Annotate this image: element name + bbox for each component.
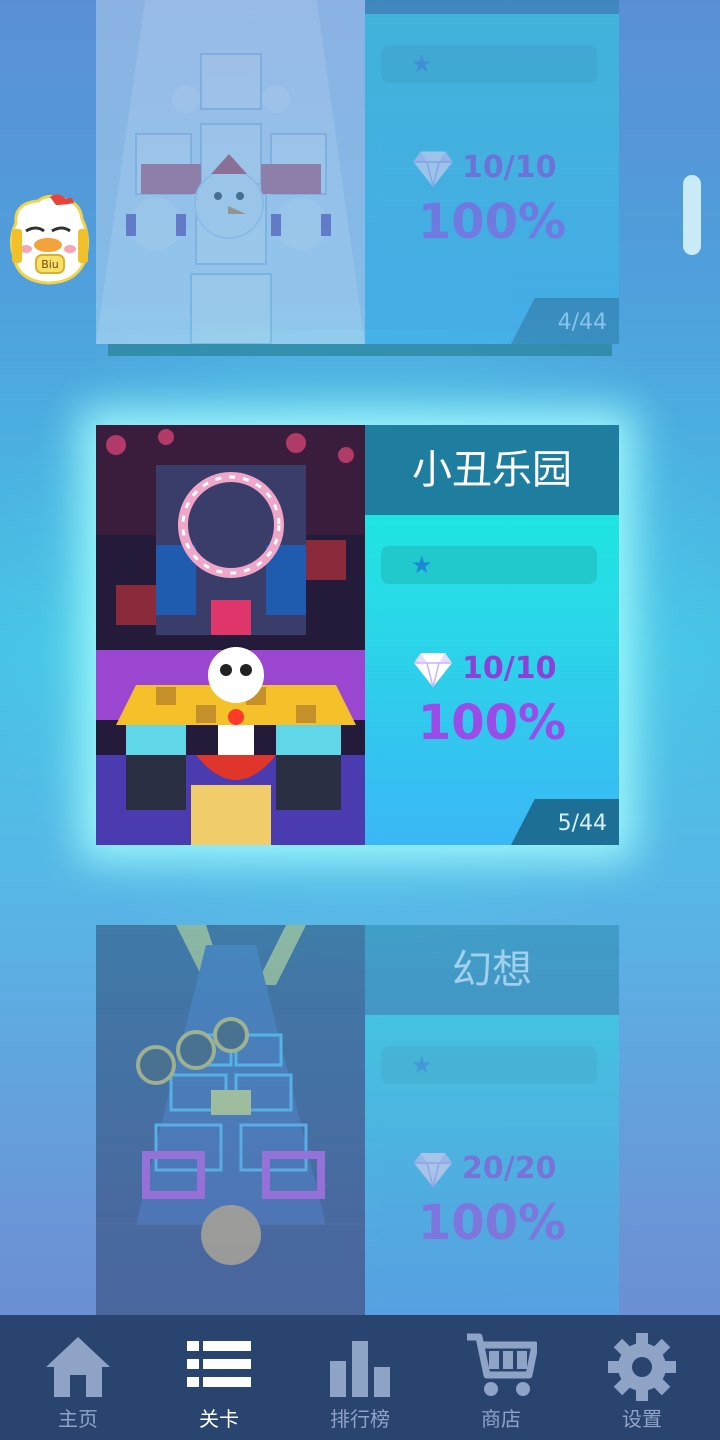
diamond-icon (413, 151, 453, 187)
diamond-icon (414, 1153, 452, 1188)
star-icon: ★ (411, 1051, 433, 1079)
nav-label: 关卡 (199, 1407, 239, 1431)
level-info-panel: 幻想 ★ 20/20 100% (365, 925, 619, 1315)
player-avatar[interactable]: Biu (8, 193, 92, 285)
level-thumbnail-snow (96, 0, 365, 344)
bar-chart-icon (330, 1341, 390, 1397)
bottom-navigation: 主页 关卡 排行榜 商店 设置 (0, 1315, 720, 1440)
avatar-badge: Biu (41, 258, 59, 271)
gem-progress: 10/10 (413, 146, 613, 190)
gem-count: 10/10 (462, 150, 557, 185)
nav-home[interactable]: 主页 (6, 1315, 150, 1440)
stars-bar: ★ (381, 45, 597, 83)
gem-progress: 10/10 (413, 647, 613, 691)
nav-shop[interactable]: 商店 (429, 1315, 573, 1440)
star-icon: ★ (411, 50, 433, 78)
completion-percent: 100% (417, 695, 567, 751)
level-info-panel: 小丑乐园 ★ 10/10 100% 5/44 (365, 425, 619, 845)
nav-leaderboard[interactable]: 排行榜 (288, 1315, 432, 1440)
level-thumbnail-fantasy (96, 925, 365, 1315)
list-icon (187, 1341, 251, 1387)
stars-bar: ★ (381, 1046, 597, 1084)
level-info-panel: ★ 10/10 100% 4/44 (365, 0, 619, 344)
star-icon: ★ (411, 551, 433, 579)
level-number: 5/44 (511, 799, 619, 845)
gear-icon (608, 1333, 676, 1401)
stars-bar: ★ (381, 546, 597, 584)
nav-label: 主页 (58, 1407, 98, 1431)
nav-label: 排行榜 (330, 1407, 390, 1431)
scrollbar-thumb[interactable] (683, 175, 701, 255)
gem-count: 20/20 (462, 1151, 557, 1186)
card-shadow-ledge (108, 344, 612, 356)
nav-settings[interactable]: 设置 (570, 1315, 714, 1440)
home-icon (46, 1337, 110, 1397)
gem-progress: 20/20 (413, 1147, 613, 1191)
completion-percent: 100% (417, 194, 567, 250)
nav-label: 设置 (622, 1407, 662, 1431)
level-title (365, 0, 619, 14)
level-card-5[interactable]: 小丑乐园 ★ 10/10 100% 5/44 (96, 425, 619, 845)
cart-icon (467, 1333, 537, 1396)
level-card-6[interactable]: 幻想 ★ 20/20 100% (96, 925, 619, 1315)
nav-levels[interactable]: 关卡 (147, 1315, 291, 1440)
gem-count: 10/10 (462, 651, 557, 686)
diamond-icon (414, 653, 452, 688)
level-thumbnail-clown-park (96, 425, 365, 845)
chicken-avatar-icon: Biu (9, 194, 89, 285)
level-card-4[interactable]: ★ 10/10 100% 4/44 (96, 0, 619, 344)
level-number: 4/44 (511, 298, 619, 344)
level-title: 幻想 (365, 925, 619, 1015)
completion-percent: 100% (417, 1195, 567, 1251)
nav-label: 商店 (481, 1407, 521, 1431)
level-title: 小丑乐园 (365, 425, 619, 515)
